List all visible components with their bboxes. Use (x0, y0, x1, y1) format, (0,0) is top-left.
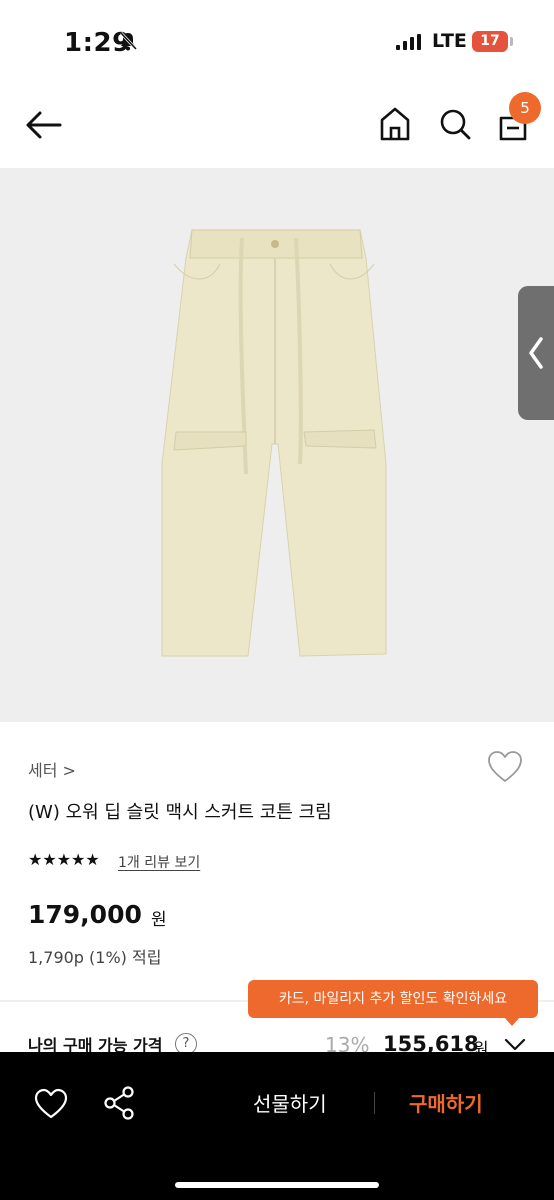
price-unit: 원 (151, 910, 167, 930)
bottom-action-bar: 선물하기 구매하기 (0, 1052, 554, 1200)
home-icon[interactable] (378, 106, 412, 142)
gift-button[interactable]: 선물하기 (253, 1088, 327, 1117)
status-bar: 1:29 LTE 17 (0, 0, 554, 84)
discount-tooltip[interactable]: 카드, 마일리지 추가 할인도 확인하세요 (248, 980, 538, 1018)
battery-icon: 17 (472, 31, 508, 52)
product-title: (W) 오워 딥 슬릿 맥시 스커트 코튼 크림 (28, 802, 332, 823)
brand-link[interactable]: 세터 > (28, 757, 76, 781)
tooltip-tail (504, 1017, 520, 1026)
wishlist-heart-icon[interactable] (487, 750, 523, 784)
back-arrow-icon[interactable] (24, 108, 62, 142)
network-type: LTE (432, 30, 467, 52)
divider (374, 1092, 375, 1114)
bell-muted-icon (119, 31, 138, 51)
reward-points: 1,790p (1%) 적립 (28, 948, 162, 967)
search-icon[interactable] (438, 106, 472, 142)
home-indicator (175, 1182, 379, 1188)
cart-count-badge: 5 (509, 92, 541, 124)
battery-tip (510, 37, 513, 46)
side-panel-tab[interactable] (518, 286, 554, 420)
review-link[interactable]: 1개 리뷰 보기 (118, 852, 200, 872)
heart-icon[interactable] (34, 1088, 68, 1120)
product-image[interactable] (0, 168, 554, 722)
cream-pants-image (161, 229, 387, 657)
rating-stars: ★★★★★ (28, 850, 100, 869)
top-nav: 5 (0, 84, 554, 168)
chevron-down-icon[interactable] (504, 1036, 526, 1052)
share-icon[interactable] (102, 1085, 136, 1121)
chevron-left-icon (529, 337, 543, 369)
buy-button[interactable]: 구매하기 (409, 1088, 483, 1117)
signal-icon (396, 34, 421, 50)
product-price: 179,000 (28, 900, 142, 929)
